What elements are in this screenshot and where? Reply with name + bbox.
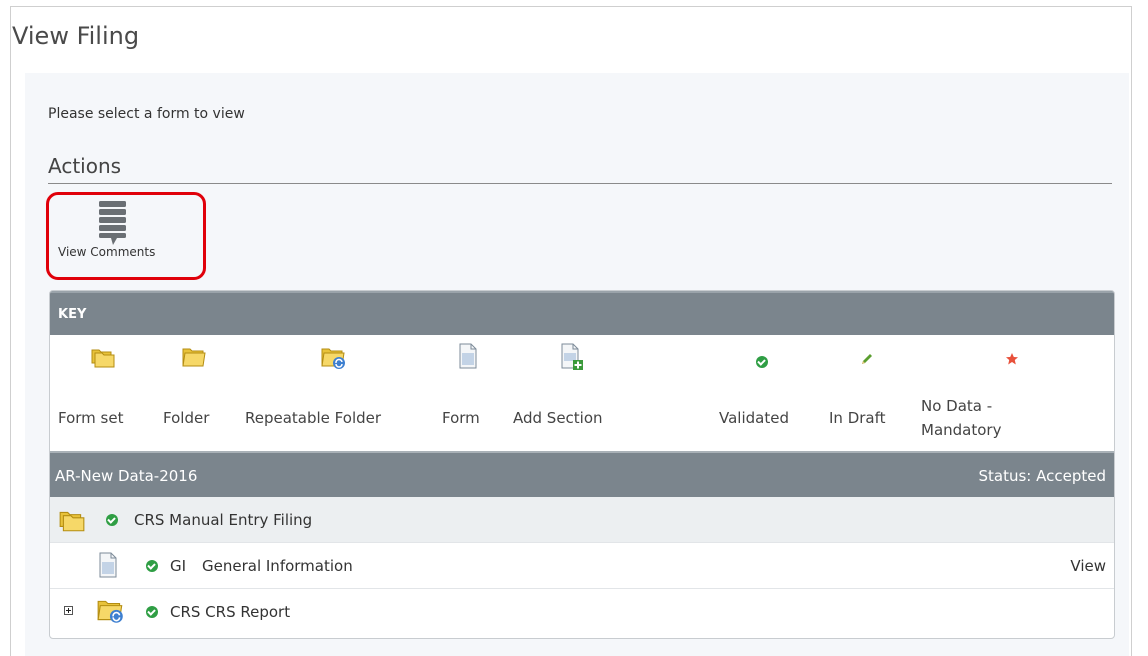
key-legend: Form set Folder Repeatable Folder Form A… [50, 335, 1114, 451]
tree-row-label: CRS CRS Report [170, 603, 291, 621]
key-label-no-data: No Data - [921, 397, 993, 415]
filing-status: Status: Accepted [978, 467, 1107, 485]
key-label-form: Form [442, 409, 480, 427]
key-label-in-draft: In Draft [829, 409, 886, 427]
tree-row-code: GI [170, 557, 187, 575]
tree-row-label: CRS Manual Entry Filing [134, 511, 313, 529]
key-label-repeatable-folder: Repeatable Folder [245, 409, 382, 427]
validated-icon [106, 514, 118, 526]
filing-name: AR-New Data-2016 [55, 467, 198, 485]
folder-icon [182, 348, 206, 367]
validated-icon [756, 356, 768, 368]
tree-row-form-set[interactable]: CRS Manual Entry Filing [50, 497, 1114, 543]
actions-divider [48, 183, 1112, 184]
key-label-folder: Folder [163, 409, 210, 427]
filing-table: KEY Form set Folder Repeatable Folder Fo… [49, 290, 1115, 639]
repeatable-folder-icon [97, 600, 123, 623]
add-section-icon [561, 343, 583, 370]
key-heading: KEY [58, 307, 87, 322]
key-label-add-section: Add Section [513, 409, 603, 427]
validated-icon [146, 560, 158, 572]
view-form-link[interactable]: View [1070, 557, 1106, 575]
repeatable-folder-icon [321, 348, 345, 369]
form-icon [459, 343, 477, 369]
actions-heading: Actions [48, 154, 122, 178]
key-label-validated: Validated [719, 409, 789, 427]
tree-row-form[interactable]: GI General Information View [50, 543, 1114, 589]
tree-row-repeatable-folder[interactable]: CRS CRS Report [50, 589, 1114, 635]
view-comments-label: View Comments [58, 245, 156, 259]
validated-icon [146, 606, 158, 618]
tree-row-label: General Information [202, 557, 353, 575]
expand-toggle[interactable] [64, 606, 73, 615]
in-draft-icon [862, 354, 872, 364]
form-icon [99, 552, 117, 578]
view-comments-button[interactable]: View Comments [54, 196, 186, 268]
key-label-form-set: Form set [58, 409, 124, 427]
form-set-icon [59, 511, 85, 532]
key-header: KEY [50, 291, 1114, 335]
no-data-mandatory-icon [1006, 353, 1018, 365]
page-title: View Filing [12, 22, 140, 50]
key-label-mandatory: Mandatory [921, 421, 1002, 439]
filing-header: AR-New Data-2016 Status: Accepted [50, 451, 1114, 497]
comments-icon [99, 201, 126, 245]
select-form-prompt: Please select a form to view [48, 106, 245, 122]
form-set-icon [91, 349, 115, 368]
